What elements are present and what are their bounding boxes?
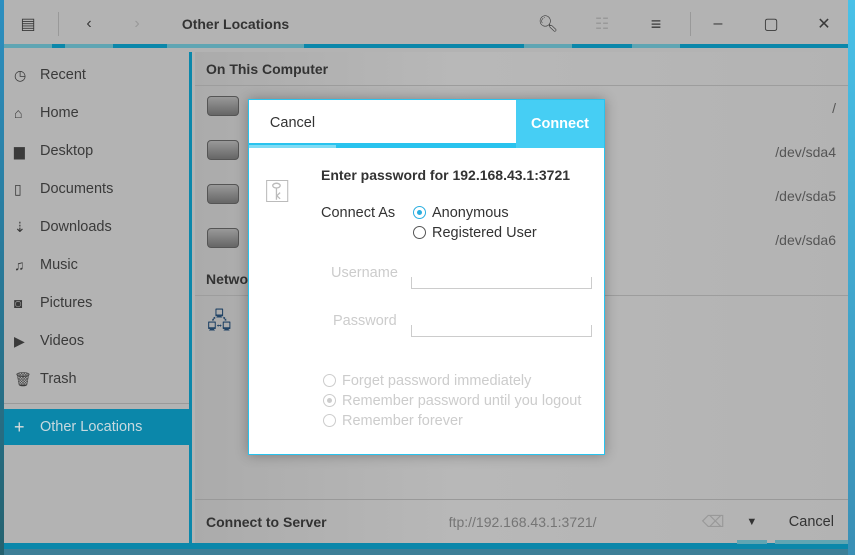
forward-icon[interactable]: › — [113, 0, 161, 48]
drive-icon — [207, 184, 239, 204]
network-icon: 🖧︎ — [207, 308, 232, 333]
plus-icon: + — [14, 416, 25, 437]
username-label: Username — [331, 265, 398, 281]
dialog-prompt: Enter password for 192.168.43.1:3721 — [321, 167, 571, 183]
sidebar-item-downloads[interactable]: ⇣ Downloads — [4, 208, 189, 246]
sidebar-item-videos[interactable]: ▶ Videos — [4, 322, 189, 360]
sidebar-item-home[interactable]: ⌂ Home — [4, 94, 189, 132]
minimize-icon[interactable]: – — [694, 0, 742, 48]
camera-icon: ◙ — [14, 295, 23, 311]
radio-label: Remember password until you logout — [342, 393, 582, 409]
server-address-input[interactable] — [448, 513, 682, 530]
password-field[interactable] — [411, 325, 592, 337]
desktop-background — [848, 0, 855, 555]
dialog-header: Cancel Connect — [249, 100, 604, 148]
radio-forget-password[interactable]: Forget password immediately — [323, 373, 531, 389]
connect-as-label: Connect As — [321, 205, 396, 221]
sidebar-item-desktop[interactable]: ▆ Desktop — [4, 132, 189, 170]
dialog-connect-button[interactable]: Connect — [516, 100, 604, 148]
sidebar-item-label: Recent — [40, 67, 86, 83]
drive-icon — [207, 96, 239, 116]
dialog-cancel-button[interactable]: Cancel — [249, 100, 336, 148]
sidebar-item-documents[interactable]: ▯ Documents — [4, 170, 189, 208]
sidebar-item-label: Documents — [40, 181, 114, 197]
username-field[interactable] — [411, 277, 592, 289]
clear-icon[interactable]: ⌫ — [689, 512, 737, 532]
password-label: Password — [333, 313, 397, 329]
trash-icon: 🗑︎ — [14, 370, 32, 387]
divider — [4, 403, 189, 404]
list-view-icon[interactable]: ☷ — [578, 0, 626, 48]
password-dialog: Cancel Connect ⚿ Enter password for 192.… — [248, 99, 605, 455]
connect-to-server-label: Connect to Server — [206, 513, 327, 530]
location-title: Other Locations — [181, 16, 290, 32]
sidebar-item-label: Desktop — [40, 143, 94, 159]
radio-icon — [323, 414, 336, 427]
dropdown-icon[interactable]: ▼ — [736, 500, 767, 544]
video-icon: ▶ — [14, 332, 25, 349]
sidebar-item-label: Trash — [40, 371, 77, 387]
radio-label: Forget password immediately — [342, 373, 532, 389]
music-icon: ♫ — [14, 257, 25, 273]
radio-label: Anonymous — [432, 205, 509, 221]
radio-icon — [323, 394, 336, 407]
sidebar-item-label: Pictures — [40, 295, 93, 311]
radio-icon — [323, 374, 336, 387]
close-icon[interactable]: ✕ — [800, 0, 848, 48]
radio-icon — [413, 206, 426, 219]
drive-path: /dev/sda6 — [775, 232, 836, 248]
document-icon: ▯ — [14, 180, 22, 197]
radio-registered-user[interactable]: Registered User — [413, 225, 537, 241]
connect-to-server-bar: Connect to Server ⌫ ▼ Cancel — [195, 499, 848, 544]
radio-remember-until-logout[interactable]: Remember password until you logout — [323, 393, 581, 409]
menu-icon[interactable]: ≡ — [632, 0, 680, 48]
drive-path: /dev/sda4 — [775, 144, 836, 160]
sidebar-item-pictures[interactable]: ◙ Pictures — [4, 284, 189, 322]
drive-path: /dev/sda5 — [775, 188, 836, 204]
sidebar-item-trash[interactable]: 🗑︎ Trash — [4, 360, 189, 398]
sidebar-item-label: Music — [40, 257, 78, 273]
folder-icon: ▆ — [14, 142, 25, 159]
download-icon: ⇣ — [14, 218, 26, 235]
section-header: On This Computer — [195, 52, 848, 86]
clock-icon: ◷ — [14, 66, 27, 83]
drive-icon — [207, 140, 239, 160]
radio-icon — [413, 226, 426, 239]
sidebar-item-label: Home — [40, 105, 79, 121]
home-icon: ⌂ — [14, 105, 23, 121]
key-icon: ⚿ — [265, 173, 290, 209]
sidebar-item-label: Videos — [40, 333, 85, 349]
location-button[interactable]: Other Locations — [167, 0, 304, 48]
radio-remember-forever[interactable]: Remember forever — [323, 413, 463, 429]
drive-icon — [207, 228, 239, 248]
sidebar-item-music[interactable]: ♫ Music — [4, 246, 189, 284]
maximize-icon[interactable]: ▢ — [747, 0, 795, 48]
radio-anonymous[interactable]: Anonymous — [413, 205, 509, 221]
sidebar-item-label: Downloads — [40, 219, 112, 235]
sidebar-item-other-locations[interactable]: + Other Locations — [4, 409, 189, 445]
files-app-icon[interactable]: ▤ — [4, 0, 52, 48]
radio-label: Remember forever — [342, 413, 463, 429]
sidebar-item-recent[interactable]: ◷ Recent — [4, 56, 189, 94]
back-icon[interactable]: ‹ — [65, 0, 113, 48]
search-icon[interactable]: 🔍︎ — [524, 0, 572, 48]
drive-path: / — [832, 100, 836, 116]
sidebar: ◷ Recent ⌂ Home ▆ Desktop ▯ Documents ⇣ Downl… — [4, 52, 192, 543]
sidebar-item-label: Other Locations — [40, 419, 143, 435]
radio-label: Registered User — [432, 225, 537, 241]
header-bar: ▤ ‹ › Other Locations 🔍︎ ☷ ≡ – ▢ ✕ — [4, 0, 848, 48]
cancel-button[interactable]: Cancel — [774, 500, 848, 544]
